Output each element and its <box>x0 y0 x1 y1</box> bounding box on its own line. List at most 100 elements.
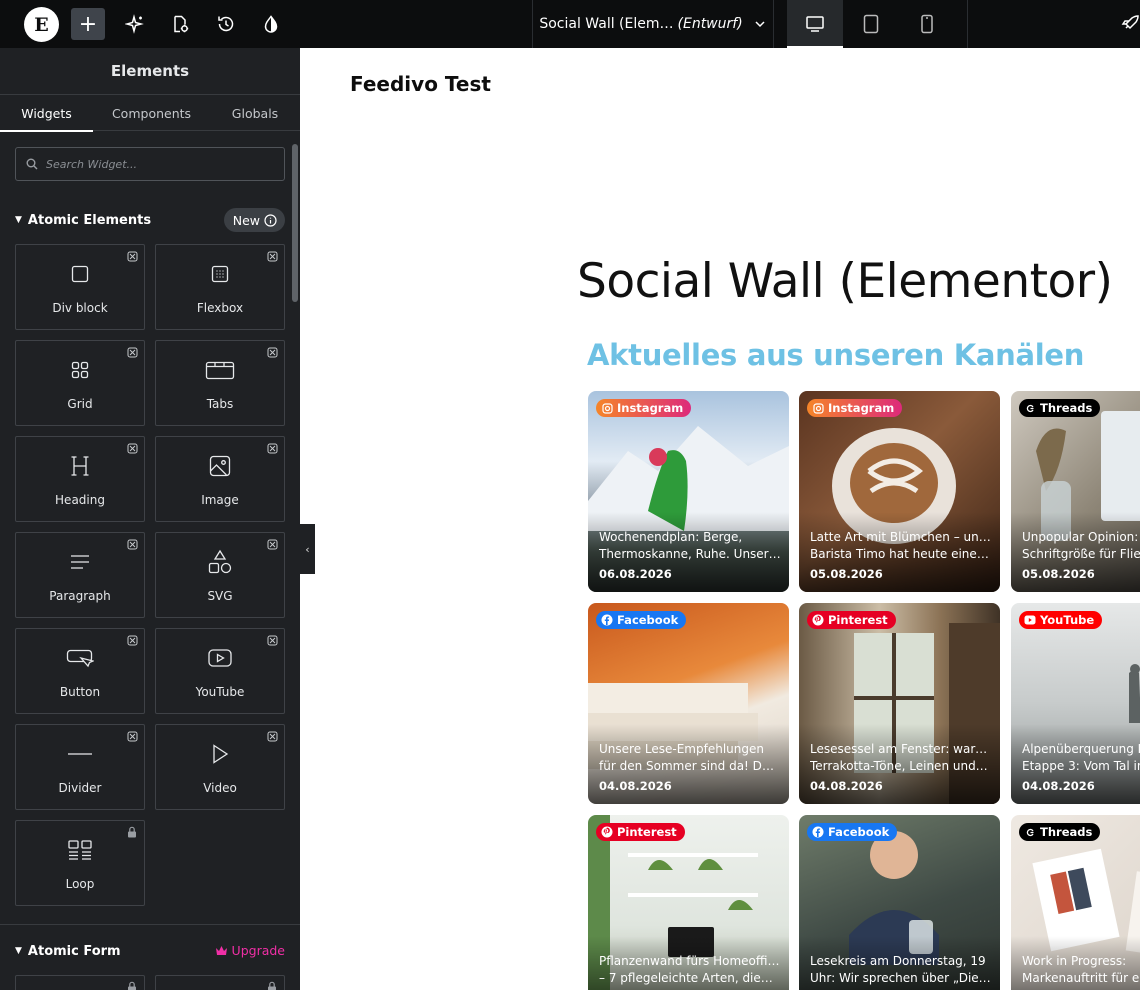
widget-tabs[interactable]: Tabs <box>155 340 285 426</box>
elements-panel: Elements Widgets Components Globals ▼ At… <box>0 48 300 990</box>
panel-scrollbar[interactable] <box>292 144 298 302</box>
post-card[interactable]: Threads Unpopular Opinion: D Schriftgröße… <box>1011 391 1140 592</box>
category-atomic-form[interactable]: ▼ Atomic Form Upgrade <box>15 938 285 964</box>
widget-div-block[interactable]: Div block <box>15 244 145 330</box>
search-icon <box>26 158 38 170</box>
widget-label: Loop <box>65 877 95 891</box>
widget-video[interactable]: Video <box>155 724 285 810</box>
widget-label: Button <box>59 685 101 699</box>
tab-widgets[interactable]: Widgets <box>0 95 93 132</box>
platform-badge: YouTube <box>1019 611 1103 629</box>
button-icon <box>16 645 144 671</box>
new-badge[interactable]: New <box>223 208 285 232</box>
document-status: (Entwurf) <box>677 16 743 32</box>
widget-loop[interactable]: Loop <box>15 820 145 906</box>
ai-sparkle-icon[interactable] <box>121 10 149 38</box>
widget-label: Flexbox <box>196 301 244 315</box>
pinterest-icon <box>601 826 613 838</box>
widget-image[interactable]: Image <box>155 436 285 522</box>
pro-lock-icon <box>266 634 278 646</box>
divider-icon <box>16 741 144 767</box>
youtube-icon <box>1024 614 1036 626</box>
widget-paragraph[interactable]: Paragraph <box>15 532 145 618</box>
widget-label: Grid <box>67 397 93 411</box>
caret-down-icon: ▼ <box>15 215 22 225</box>
site-settings-drop-icon[interactable] <box>257 10 285 38</box>
widget-heading[interactable]: Heading <box>15 436 145 522</box>
mobile-icon <box>921 14 933 34</box>
post-card[interactable]: Instagram Latte Art mit Blümchen – unser… <box>799 391 1000 592</box>
lock-icon <box>266 981 278 990</box>
widget-divider[interactable]: Divider <box>15 724 145 810</box>
tab-globals[interactable]: Globals <box>213 95 297 131</box>
document-title: Social Wall (Elem… <box>539 16 674 32</box>
widget-svg[interactable]: SVG <box>155 532 285 618</box>
post-card[interactable]: Facebook Lesekreis am Donnerstag, 19 Uhr:… <box>799 815 1000 990</box>
post-card[interactable]: YouTube Alpenüberquerung E Etappe 3: Vom … <box>1011 603 1140 804</box>
add-element-button[interactable]: + <box>71 8 105 40</box>
platform-badge: Pinterest <box>807 611 896 629</box>
post-card[interactable]: Facebook Unsere Lese-Empfehlungen für den… <box>588 603 789 804</box>
panel-tabs: Widgets Components Globals <box>0 95 300 132</box>
platform-badge: Facebook <box>807 823 898 841</box>
post-card[interactable]: Threads Work in Progress: Markenauftritt … <box>1011 815 1140 990</box>
post-card[interactable]: Instagram Wochenendplan: Berge, Thermoska… <box>588 391 789 592</box>
page-settings-icon[interactable] <box>166 10 194 38</box>
elementor-logo-icon[interactable]: E <box>24 7 59 42</box>
widget-label: Tabs <box>206 397 234 411</box>
platform-badge: Threads <box>1019 399 1101 417</box>
post-card[interactable]: Pinterest Lesesessel am Fenster: warme Te… <box>799 603 1000 804</box>
flexbox-icon <box>156 261 284 287</box>
lock-icon <box>126 826 138 838</box>
grid-icon <box>16 357 144 383</box>
pro-lock-icon <box>126 442 138 454</box>
widget-grid[interactable]: Grid <box>15 340 145 426</box>
pro-lock-icon <box>126 730 138 742</box>
pinterest-icon <box>812 614 824 626</box>
square-icon <box>16 261 144 287</box>
preview-canvas: Feedivo Test Social Wall (Elementor) Akt… <box>300 48 1140 990</box>
upgrade-link[interactable]: Upgrade <box>215 943 285 958</box>
instagram-icon <box>812 402 824 414</box>
paragraph-icon <box>16 549 144 575</box>
widget-youtube[interactable]: YouTube <box>155 628 285 714</box>
pro-lock-icon <box>266 730 278 742</box>
widget-form-1[interactable] <box>15 975 145 990</box>
post-card[interactable]: Pinterest Pflanzenwand fürs Homeoffice – … <box>588 815 789 990</box>
threads-icon <box>1024 402 1036 414</box>
post-date: 05.08.2026 <box>810 567 883 581</box>
post-date: 04.08.2026 <box>810 779 883 793</box>
post-date: 06.08.2026 <box>599 567 672 581</box>
widget-label: Heading <box>55 493 105 507</box>
widget-label: Div block <box>52 301 108 315</box>
heading-icon <box>16 453 144 479</box>
mobile-view-button[interactable] <box>899 0 955 48</box>
history-icon[interactable] <box>212 10 240 38</box>
widget-flexbox[interactable]: Flexbox <box>155 244 285 330</box>
tablet-icon <box>863 14 879 34</box>
loop-icon <box>16 837 144 863</box>
widget-button[interactable]: Button <box>15 628 145 714</box>
page-title: Social Wall (Elementor) <box>577 254 1113 309</box>
editor-topbar: E + Social Wall (Elem… (Entwurf) <box>0 0 1140 48</box>
facebook-icon <box>601 614 613 626</box>
chevron-left-icon: ‹ <box>305 542 310 556</box>
pro-lock-icon <box>126 634 138 646</box>
widget-form-2[interactable] <box>155 975 285 990</box>
site-name[interactable]: Feedivo Test <box>350 72 491 96</box>
collapse-panel-button[interactable]: ‹ <box>300 524 315 574</box>
tablet-view-button[interactable] <box>843 0 899 48</box>
publish-rocket-icon[interactable] <box>1116 10 1140 38</box>
category-atomic-elements[interactable]: ▼ Atomic Elements New <box>15 207 285 233</box>
platform-badge: Threads <box>1019 823 1101 841</box>
document-title-dropdown[interactable]: Social Wall (Elem… (Entwurf) <box>532 0 774 48</box>
search-input[interactable] <box>46 157 266 171</box>
widget-label: Image <box>201 493 239 507</box>
tab-components[interactable]: Components <box>103 95 200 131</box>
widget-label: Divider <box>58 781 102 795</box>
category-label: Atomic Elements <box>27 212 152 228</box>
desktop-view-button[interactable] <box>787 0 843 48</box>
image-icon <box>156 453 284 479</box>
pro-lock-icon <box>266 346 278 358</box>
category-label: Atomic Form <box>27 943 121 959</box>
